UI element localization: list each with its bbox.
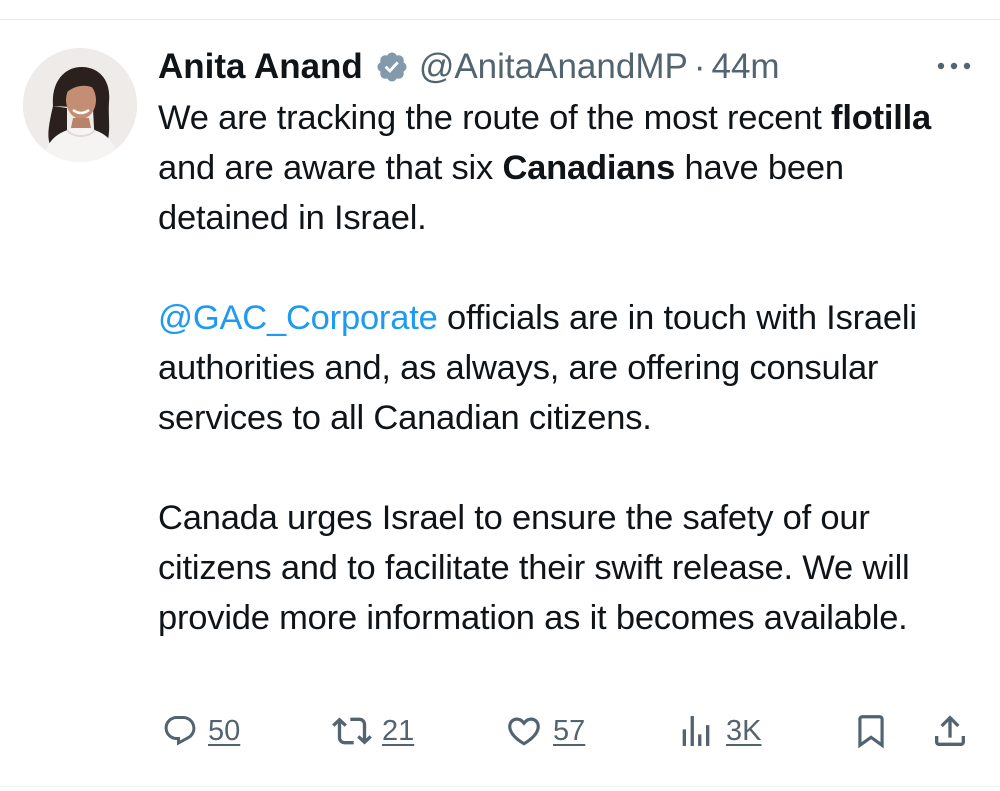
repost-count: 21 bbox=[382, 714, 415, 747]
views-count: 3K bbox=[726, 714, 762, 747]
bookmark-button[interactable] bbox=[852, 706, 890, 756]
text-run: We are tracking the route of the most re… bbox=[158, 99, 832, 137]
share-icon bbox=[935, 715, 965, 746]
repost-button[interactable]: 21 bbox=[332, 706, 414, 756]
tweet-paragraph-3: Canada urges Israel to ensure the safety… bbox=[158, 499, 910, 637]
separator-dot: · bbox=[693, 47, 706, 86]
share-button[interactable] bbox=[930, 706, 970, 756]
reply-button[interactable]: 50 bbox=[162, 706, 240, 756]
text-run: and are aware that six bbox=[158, 149, 503, 187]
bookmark-icon bbox=[858, 715, 884, 749]
heart-icon bbox=[508, 717, 540, 746]
tweet-paragraph-2: @GAC_Corporate officials are in touch wi… bbox=[158, 293, 978, 443]
top-divider bbox=[0, 19, 1000, 20]
more-dots-icon bbox=[937, 62, 971, 70]
bottom-divider bbox=[0, 786, 1000, 787]
author-name[interactable]: Anita Anand bbox=[158, 47, 363, 87]
repost-icon bbox=[332, 717, 372, 745]
author-handle[interactable]: @AnitaAnandMP bbox=[419, 47, 688, 87]
action-bar: 50 21 57 3K bbox=[0, 706, 1000, 756]
tweet-paragraph-1: We are tracking the route of the most re… bbox=[158, 93, 978, 243]
profile-photo-icon bbox=[23, 48, 137, 162]
like-count: 57 bbox=[553, 714, 586, 747]
views-chart-icon bbox=[682, 716, 710, 746]
mention-link[interactable]: @GAC_Corporate bbox=[158, 299, 438, 337]
tweet-header: Anita Anand @AnitaAnandMP · 44m bbox=[158, 44, 780, 90]
like-button[interactable]: 57 bbox=[505, 706, 585, 756]
timestamp[interactable]: 44m bbox=[711, 47, 779, 87]
bold-text-flotilla: flotilla bbox=[831, 99, 932, 137]
avatar[interactable] bbox=[23, 48, 137, 162]
reply-icon bbox=[164, 716, 196, 746]
views-button[interactable]: 3K bbox=[676, 706, 761, 756]
verified-badge-icon bbox=[377, 52, 407, 82]
more-options-button[interactable] bbox=[934, 56, 974, 76]
reply-count: 50 bbox=[208, 714, 241, 747]
bold-text-canadians: Canadians bbox=[502, 149, 676, 187]
tweet-text: We are tracking the route of the most re… bbox=[158, 93, 978, 643]
